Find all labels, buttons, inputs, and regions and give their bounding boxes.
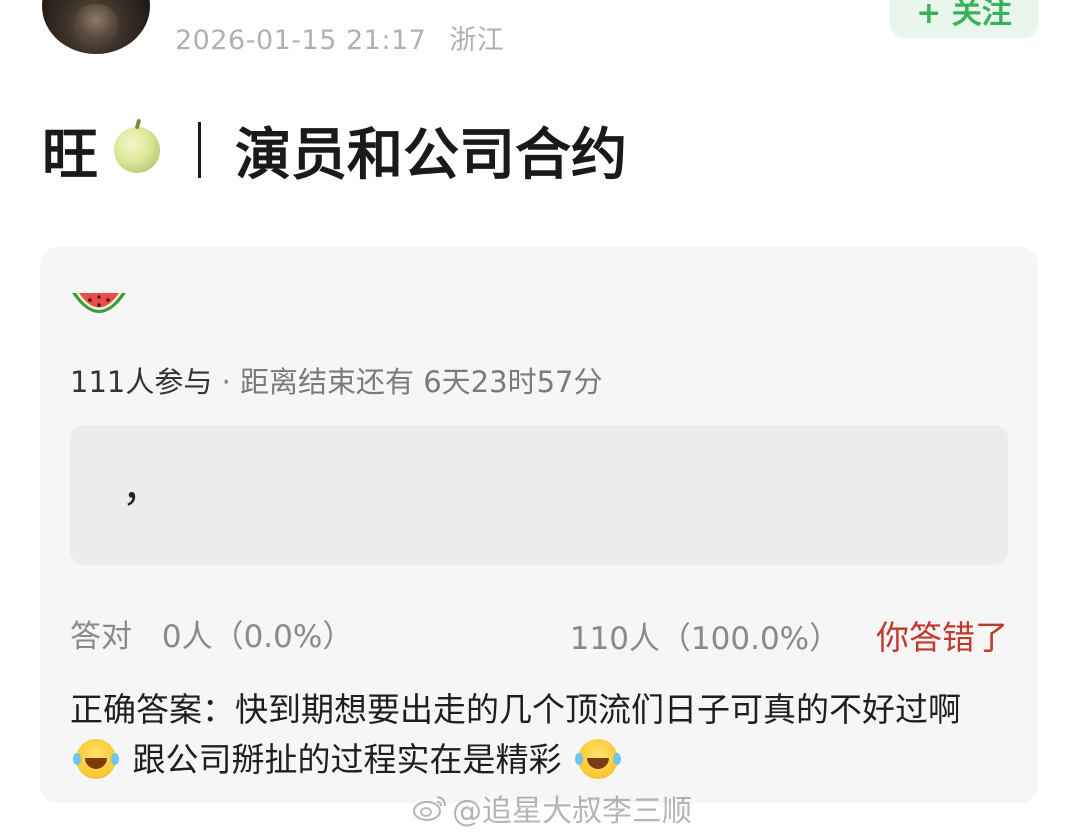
answer-option-text: ，: [122, 465, 162, 511]
title-main: 演员和公司合约: [235, 122, 627, 188]
post-meta: 2026-01-15 21:17 浙江: [175, 18, 504, 57]
watermelon-icon: [72, 293, 126, 313]
avatar[interactable]: [42, 0, 150, 54]
wrong-label: 你答错了: [876, 618, 1008, 657]
follow-button[interactable]: + 关注: [890, 0, 1038, 38]
watermark-text: @追星大叔李三顺: [452, 794, 692, 829]
correct-label: 答对: [70, 619, 132, 655]
correct-answer: 正确答案：快到期想要出走的几个顶流们日子可真的不好过啊 跟公司掰扯的过程实在是精…: [70, 685, 1000, 785]
post-location: 浙江: [449, 25, 505, 56]
correct-result: 答对 0人（0.0%）: [70, 611, 353, 656]
correct-answer-part2: 跟公司掰扯的过程实在是精彩: [132, 740, 562, 779]
answer-option[interactable]: ，: [70, 425, 1008, 565]
wrong-result: 110人（100.0%） 你答错了: [570, 611, 1008, 659]
quiz-card: 111人参与 · 距离结束还有 6天23时57分 ， 答对 0人（0.0%） 1…: [40, 247, 1038, 803]
correct-count: 0人（0.0%）: [161, 619, 354, 655]
participants-count: 111人参与: [70, 365, 213, 399]
watermark: @追星大叔李三顺: [412, 786, 692, 830]
laughing-emoji-icon: [575, 739, 618, 779]
melon-icon: [114, 127, 160, 173]
laughing-emoji-icon: [73, 739, 116, 779]
stats-dot: ·: [221, 365, 231, 399]
post-timestamp: 2026-01-15 21:17: [175, 25, 427, 56]
correct-answer-part1: 快到期想要出走的几个顶流们日子可真的不好过啊: [235, 690, 961, 729]
wrong-count: 110人（100.0%）: [569, 621, 841, 657]
title-lead: 旺: [42, 122, 98, 188]
quiz-stats: 111人参与 · 距离结束还有 6天23时57分: [70, 359, 603, 401]
weibo-icon: [413, 796, 446, 821]
time-remaining: 距离结束还有 6天23时57分: [240, 365, 603, 399]
correct-answer-prefix: 正确答案：: [70, 690, 235, 729]
post-title: 旺 演员和公司合约: [42, 114, 627, 188]
title-separator: [198, 122, 201, 178]
